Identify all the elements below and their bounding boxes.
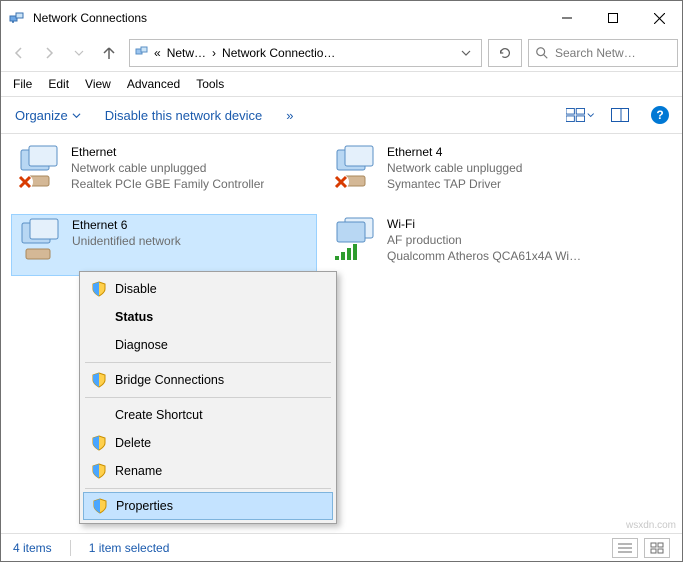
ctx-properties-label: Properties xyxy=(116,499,173,513)
up-button[interactable] xyxy=(95,39,123,67)
minimize-button[interactable] xyxy=(544,2,590,34)
ctx-properties[interactable]: Properties xyxy=(83,492,333,520)
selection-count: 1 item selected xyxy=(89,541,170,555)
menu-advanced[interactable]: Advanced xyxy=(119,75,188,93)
shield-icon xyxy=(92,498,108,514)
organize-button[interactable]: Organize xyxy=(9,104,87,127)
ctx-rename-label: Rename xyxy=(115,464,162,478)
recent-dropdown[interactable] xyxy=(65,39,93,67)
shield-icon xyxy=(91,463,107,479)
breadcrumb-item-2[interactable]: Network Connectio… xyxy=(220,46,337,60)
ethernet-icon xyxy=(15,144,63,192)
adapter-driver: Realtek PCIe GBE Family Controller xyxy=(71,176,264,192)
adapter-status: Unidentified network xyxy=(72,233,181,249)
ctx-diagnose-label: Diagnose xyxy=(115,338,168,352)
command-bar: Organize Disable this network device » ? xyxy=(1,96,682,134)
breadcrumb-prefix: « xyxy=(154,46,161,60)
ctx-status[interactable]: Status xyxy=(83,303,333,331)
app-icon xyxy=(9,10,25,26)
ctx-separator xyxy=(85,362,331,363)
adapter-item[interactable]: Wi-Fi AF production Qualcomm Atheros QCA… xyxy=(327,214,633,276)
adapter-status: Network cable unplugged xyxy=(71,160,264,176)
address-dropdown[interactable] xyxy=(455,48,477,58)
preview-pane-button[interactable] xyxy=(606,101,634,129)
adapter-item[interactable]: Ethernet 4 Network cable unplugged Syman… xyxy=(327,142,633,204)
adapter-name: Ethernet xyxy=(71,144,264,160)
menu-bar: File Edit View Advanced Tools xyxy=(1,71,682,96)
shield-icon xyxy=(91,435,107,451)
menu-tools[interactable]: Tools xyxy=(188,75,232,93)
chevron-down-icon xyxy=(72,111,81,120)
shield-icon xyxy=(91,281,107,297)
adapter-name: Wi-Fi xyxy=(387,216,581,232)
search-placeholder: Search Netw… xyxy=(555,46,636,60)
control-panel-icon xyxy=(134,45,150,61)
adapter-name: Ethernet 6 xyxy=(72,217,181,233)
ctx-status-label: Status xyxy=(115,310,153,324)
details-view-button[interactable] xyxy=(612,538,638,558)
view-options-button[interactable] xyxy=(566,101,594,129)
address-bar[interactable]: « Netw… › Network Connectio… xyxy=(129,39,482,67)
chevron-down-icon xyxy=(587,111,594,119)
back-button[interactable] xyxy=(5,39,33,67)
organize-label: Organize xyxy=(15,108,68,123)
maximize-button[interactable] xyxy=(590,2,636,34)
adapter-status: Network cable unplugged xyxy=(387,160,522,176)
context-menu: Disable Status Diagnose Bridge Connectio… xyxy=(79,271,337,524)
adapter-driver: Qualcomm Atheros QCA61x4A Wi… xyxy=(387,248,581,264)
window-title: Network Connections xyxy=(33,11,544,25)
close-button[interactable] xyxy=(636,2,682,34)
item-count: 4 items xyxy=(13,541,52,555)
refresh-button[interactable] xyxy=(488,39,522,67)
breadcrumb-item-1[interactable]: Netw… xyxy=(165,46,208,60)
wifi-icon xyxy=(331,216,379,264)
ctx-bridge-label: Bridge Connections xyxy=(115,373,224,387)
menu-edit[interactable]: Edit xyxy=(40,75,77,93)
menu-file[interactable]: File xyxy=(5,75,40,93)
adapter-driver: Symantec TAP Driver xyxy=(387,176,522,192)
ctx-diagnose[interactable]: Diagnose xyxy=(83,331,333,359)
ethernet-icon xyxy=(331,144,379,192)
breadcrumb-separator: › xyxy=(212,46,216,60)
ethernet-icon xyxy=(16,217,64,265)
menu-view[interactable]: View xyxy=(77,75,119,93)
title-bar: Network Connections xyxy=(1,1,682,35)
adapter-list: Ethernet Network cable unplugged Realtek… xyxy=(1,134,682,284)
search-input[interactable]: Search Netw… xyxy=(528,39,678,67)
shield-icon xyxy=(91,372,107,388)
status-bar: 4 items 1 item selected xyxy=(1,533,682,561)
watermark: wsxdn.com xyxy=(626,520,676,531)
window-controls xyxy=(544,2,682,34)
adapter-status: AF production xyxy=(387,232,581,248)
help-button[interactable]: ? xyxy=(646,101,674,129)
ctx-shortcut-label: Create Shortcut xyxy=(115,408,203,422)
ctx-rename[interactable]: Rename xyxy=(83,457,333,485)
ctx-separator xyxy=(85,488,331,489)
large-icons-view-button[interactable] xyxy=(644,538,670,558)
ctx-bridge[interactable]: Bridge Connections xyxy=(83,366,333,394)
ctx-shortcut[interactable]: Create Shortcut xyxy=(83,401,333,429)
forward-button[interactable] xyxy=(35,39,63,67)
adapter-item[interactable]: Ethernet Network cable unplugged Realtek… xyxy=(11,142,317,204)
ctx-disable-label: Disable xyxy=(115,282,157,296)
adapter-name: Ethernet 4 xyxy=(387,144,522,160)
help-icon: ? xyxy=(651,106,669,124)
adapter-item-selected[interactable]: Ethernet 6 Unidentified network xyxy=(11,214,317,276)
navigation-bar: « Netw… › Network Connectio… Search Netw… xyxy=(1,35,682,71)
ctx-delete-label: Delete xyxy=(115,436,151,450)
ctx-disable[interactable]: Disable xyxy=(83,275,333,303)
more-commands-button[interactable]: » xyxy=(280,104,299,127)
search-icon xyxy=(535,46,549,60)
disable-device-label: Disable this network device xyxy=(105,108,263,123)
disable-device-button[interactable]: Disable this network device xyxy=(99,104,269,127)
status-separator xyxy=(70,540,71,556)
ctx-separator xyxy=(85,397,331,398)
ctx-delete[interactable]: Delete xyxy=(83,429,333,457)
